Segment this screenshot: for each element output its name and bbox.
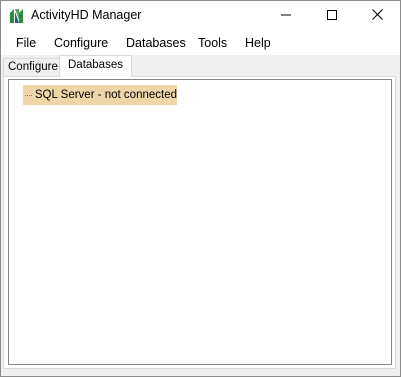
minimize-button[interactable] — [263, 1, 309, 31]
menu-file[interactable]: File — [9, 31, 43, 55]
maximize-button[interactable] — [309, 1, 355, 31]
window-title: ActivityHD Manager — [31, 8, 142, 22]
app-window: ActivityHD Manager File Configure Databa… — [0, 0, 401, 377]
tree-connector-line — [25, 94, 32, 96]
close-icon — [371, 7, 383, 25]
activityhd-logo-icon — [9, 8, 25, 24]
minimize-icon — [281, 7, 291, 25]
menu-tools[interactable]: Tools — [191, 31, 234, 55]
tab-configure[interactable]: Configure — [3, 58, 63, 77]
database-tree-view[interactable]: SQL Server - not connected — [8, 79, 392, 365]
close-button[interactable] — [354, 1, 400, 31]
window-bottom-edge — [1, 370, 400, 376]
tab-strip: Configure Databases — [1, 55, 400, 77]
menu-configure[interactable]: Configure — [47, 31, 115, 55]
tab-databases[interactable]: Databases — [59, 55, 132, 77]
menu-bar: File Configure Databases Tools Help — [1, 31, 400, 55]
tree-node-label: SQL Server - not connected — [34, 89, 177, 101]
maximize-icon — [327, 7, 337, 25]
tree-node-sql-server[interactable]: SQL Server - not connected — [23, 85, 177, 105]
databases-tab-page: SQL Server - not connected — [3, 76, 396, 369]
menu-help[interactable]: Help — [238, 31, 278, 55]
menu-databases[interactable]: Databases — [119, 31, 193, 55]
title-bar[interactable]: ActivityHD Manager — [1, 1, 400, 31]
